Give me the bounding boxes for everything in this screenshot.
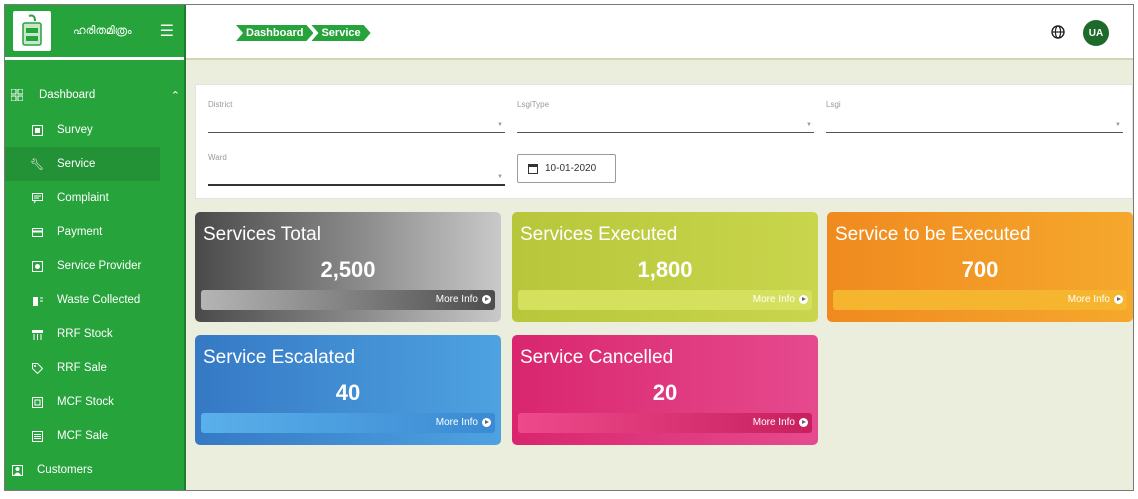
- card-service-to-be-executed: Service to be Executed 700 More Info: [827, 212, 1133, 322]
- sidebar-item-waste-collected[interactable]: Waste Collected: [5, 283, 186, 317]
- lsgi-label: Lsgi: [826, 100, 841, 109]
- lsgi-select[interactable]: Lsgi ▼: [826, 97, 1123, 133]
- app-frame: ഹരിതമിത്രം ☰ Dashboard ⌃ Survey 🔧︎ Servi…: [4, 4, 1134, 491]
- card-value: 20: [652, 380, 678, 405]
- sidebar-item-label: Survey: [57, 124, 93, 136]
- card-services-executed: Services Executed 1,800 More Info: [512, 212, 818, 322]
- sidebar-item-complaint[interactable]: Complaint: [5, 181, 186, 215]
- card-title: Service Escalated: [203, 347, 356, 368]
- ward-select[interactable]: Ward ▼: [208, 150, 505, 186]
- avatar[interactable]: UA: [1083, 20, 1109, 46]
- more-info-label: More Info: [752, 294, 795, 305]
- card-title: Service Cancelled: [520, 347, 674, 368]
- breadcrumb: Dashboard Service: [236, 25, 369, 41]
- arrow-circle-icon: [799, 418, 808, 427]
- lsgi-type-select[interactable]: LsgiType ▼: [517, 97, 814, 133]
- sidebar-item-rrf-stock[interactable]: RRF Stock: [5, 317, 186, 351]
- arrow-circle-icon: [482, 295, 491, 304]
- ward-label: Ward: [208, 153, 227, 162]
- app-logo[interactable]: [13, 11, 51, 51]
- chevron-up-icon[interactable]: ⌃: [171, 89, 180, 102]
- mcf-stock-icon: [31, 396, 43, 408]
- sidebar-item-service-provider[interactable]: Service Provider: [5, 249, 186, 283]
- more-info-label: More Info: [752, 417, 795, 428]
- sidebar-item-label: Customers: [37, 464, 93, 476]
- breadcrumb-service[interactable]: Service: [311, 25, 370, 41]
- card-value: 700: [961, 257, 999, 282]
- more-info-link[interactable]: More Info: [753, 417, 808, 428]
- lsgi-type-label: LsgiType: [517, 100, 550, 109]
- filter-card: District ▼ LsgiType ▼ Lsgi ▼ Ward ▼ 10-0…: [195, 84, 1133, 199]
- sidebar-item-label: MCF Stock: [57, 396, 114, 408]
- sidebar-header: ഹരിതമിത്രം ☰: [5, 5, 184, 60]
- sidebar-item-dashboard[interactable]: Dashboard ⌃: [5, 77, 186, 113]
- card-services-total: Services Total 2,500 More Info: [195, 212, 501, 322]
- sidebar-item-mcf-stock[interactable]: MCF Stock: [5, 385, 186, 419]
- card-title: Service to be Executed: [835, 224, 1031, 245]
- sidebar-item-label: RRF Sale: [57, 362, 107, 374]
- dropdown-arrow-icon: ▼: [1115, 122, 1121, 128]
- card-value: 40: [335, 380, 361, 405]
- stock-icon: [31, 328, 43, 340]
- more-info-link[interactable]: More Info: [436, 417, 491, 428]
- district-select[interactable]: District ▼: [208, 97, 505, 133]
- arrow-circle-icon: [1114, 295, 1123, 304]
- sidebar-item-payment[interactable]: Payment: [5, 215, 186, 249]
- survey-icon: [31, 124, 43, 136]
- menu-toggle-icon[interactable]: ☰: [160, 21, 174, 41]
- sidebar-item-customers[interactable]: Customers: [5, 453, 186, 487]
- dropdown-arrow-icon: ▼: [806, 122, 812, 128]
- sidebar-item-label: Complaint: [57, 192, 109, 204]
- dropdown-arrow-icon: ▼: [497, 174, 503, 180]
- sidebar-item-mcf-sale[interactable]: MCF Sale: [5, 419, 186, 453]
- mcf-sale-icon: [31, 430, 43, 442]
- arrow-circle-icon: [482, 418, 491, 427]
- card-value: 2,500: [320, 257, 376, 282]
- sidebar-item-label: Waste Collected: [57, 294, 141, 306]
- sidebar-nav: Dashboard ⌃ Survey 🔧︎ Service Complaint …: [5, 77, 186, 487]
- more-info-link[interactable]: More Info: [436, 294, 491, 305]
- sidebar-item-survey[interactable]: Survey: [5, 113, 186, 147]
- district-label: District: [208, 100, 233, 109]
- card-icon: [31, 226, 43, 238]
- complaint-icon: [31, 192, 43, 204]
- sidebar-item-service[interactable]: 🔧︎ Service: [5, 147, 160, 181]
- more-info-label: More Info: [435, 417, 478, 428]
- sidebar: ഹരിതമിത്രം ☰ Dashboard ⌃ Survey 🔧︎ Servi…: [5, 5, 186, 490]
- dropdown-arrow-icon: ▼: [497, 122, 503, 128]
- date-picker-button[interactable]: 10-01-2020: [517, 154, 616, 183]
- more-info-label: More Info: [435, 294, 478, 305]
- more-info-link[interactable]: More Info: [753, 294, 808, 305]
- sidebar-item-label: Payment: [57, 226, 103, 238]
- card-title: Services Executed: [520, 224, 678, 245]
- card-service-escalated: Service Escalated 40 More Info: [195, 335, 501, 445]
- wrench-icon: 🔧︎: [30, 158, 44, 171]
- provider-icon: [31, 260, 43, 272]
- date-value: 10-01-2020: [545, 163, 597, 174]
- breadcrumb-dashboard[interactable]: Dashboard: [236, 25, 313, 41]
- dashboard-icon: [11, 89, 23, 101]
- arrow-circle-icon: [799, 295, 808, 304]
- brand-name: ഹരിതമിത്രം: [73, 24, 132, 37]
- tag-icon: [31, 362, 43, 374]
- waste-icon: [31, 294, 43, 306]
- sidebar-item-label: MCF Sale: [57, 430, 109, 442]
- card-service-cancelled: Service Cancelled 20 More Info: [512, 335, 818, 445]
- sidebar-item-label: Service Provider: [57, 260, 142, 272]
- sidebar-item-label: Service: [57, 158, 96, 170]
- top-bar: Dashboard Service UA: [186, 5, 1133, 60]
- more-info-label: More Info: [1067, 294, 1110, 305]
- calendar-icon: [528, 163, 538, 174]
- globe-icon[interactable]: [1051, 25, 1065, 39]
- sidebar-item-label: Dashboard: [39, 89, 96, 101]
- customers-icon: [11, 464, 23, 476]
- more-info-link[interactable]: More Info: [1068, 294, 1123, 305]
- sidebar-item-label: RRF Stock: [57, 328, 113, 340]
- sidebar-item-rrf-sale[interactable]: RRF Sale: [5, 351, 186, 385]
- card-value: 1,800: [637, 257, 693, 282]
- card-title: Services Total: [203, 224, 321, 245]
